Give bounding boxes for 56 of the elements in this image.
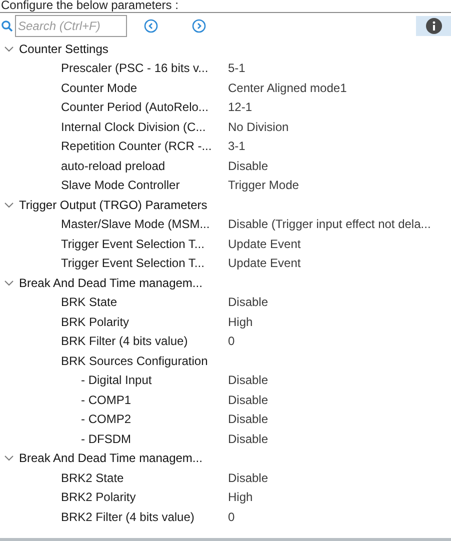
next-button[interactable]: [191, 18, 207, 34]
parameter-value[interactable]: Disable: [228, 468, 268, 487]
parameter-label: - Digital Input: [81, 372, 152, 390]
parameter-label: BRK Filter (4 bits value): [61, 333, 188, 350]
previous-button[interactable]: [143, 18, 159, 34]
parameter-value[interactable]: 0: [228, 508, 235, 526]
parameter-label: Trigger Event Selection T...: [61, 236, 204, 253]
parameter-label: Prescaler (PSC - 16 bits v...: [61, 60, 208, 78]
parameter-label: BRK Sources Configuration: [61, 352, 208, 370]
parameter-label: - COMP1: [81, 392, 132, 409]
parameter-value[interactable]: 0: [228, 332, 235, 350]
parameter-value[interactable]: 12-1: [228, 98, 252, 116]
chevron-icon: [4, 200, 14, 210]
parameter-value[interactable]: Update Event: [228, 254, 301, 272]
parameter-label: BRK2 Filter (4 bits value): [61, 508, 194, 526]
parameter-label: BRK State: [61, 294, 118, 312]
parameter-value[interactable]: 5-1: [228, 59, 246, 78]
group-title: Break And Dead Time managem...: [19, 274, 202, 292]
search-field[interactable]: Search (Ctrl+F): [15, 15, 127, 37]
parameter-label: auto-reload preload: [61, 158, 166, 175]
group-title: Trigger Output (TRGO) Parameters: [19, 196, 208, 214]
parameter-label: Counter Period (AutoRelo...: [61, 99, 208, 116]
parameter-value[interactable]: No Division: [228, 118, 289, 136]
parameter-value[interactable]: Trigger Mode: [228, 176, 299, 194]
parameter-label: Repetition Counter (RCR -...: [61, 138, 212, 156]
parameter-value[interactable]: Disable: [228, 410, 268, 428]
chevron-icon: [4, 278, 14, 288]
parameter-value[interactable]: High: [228, 312, 253, 331]
parameter-value[interactable]: Center Aligned mode1: [228, 78, 347, 97]
parameter-label: BRK2 Polarity: [61, 489, 136, 506]
search-icon: [1, 20, 13, 32]
group-title: Break And Dead Time managem...: [19, 450, 202, 468]
info-icon: [426, 18, 442, 34]
info-button[interactable]: [416, 16, 451, 36]
parameter-label: Master/Slave Mode (MSM...: [61, 216, 210, 234]
group-title: Counter Settings: [19, 40, 108, 58]
parameter-value[interactable]: Disable: [228, 371, 268, 390]
parameter-value[interactable]: Disable: [228, 390, 268, 409]
parameter-value[interactable]: Update Event: [228, 234, 301, 253]
parameter-value[interactable]: Disable: [228, 156, 268, 175]
parameter-label: BRK2 State: [61, 470, 124, 487]
parameter-value[interactable]: Disable (Trigger input effect not dela...: [228, 215, 431, 234]
parameter-label: Counter Mode: [61, 80, 138, 97]
parameter-value[interactable]: High: [228, 488, 253, 506]
parameter-value[interactable]: Disable: [228, 430, 268, 448]
parameter-label: - COMP2: [81, 411, 132, 428]
section-header: Configure the below parameters :: [1, 0, 178, 12]
parameter-label: Internal Clock Division (C...: [61, 118, 206, 136]
parameter-label: BRK Polarity: [61, 314, 130, 331]
parameter-value[interactable]: Disable: [228, 293, 268, 312]
parameter-value[interactable]: 3-1: [228, 137, 246, 156]
parameter-label: - DFSDM: [81, 430, 131, 448]
parameter-label: Slave Mode Controller: [61, 177, 180, 194]
chevron-icon: [4, 44, 14, 54]
chevron-icon: [4, 453, 14, 464]
parameter-label: Trigger Event Selection T...: [61, 255, 204, 272]
